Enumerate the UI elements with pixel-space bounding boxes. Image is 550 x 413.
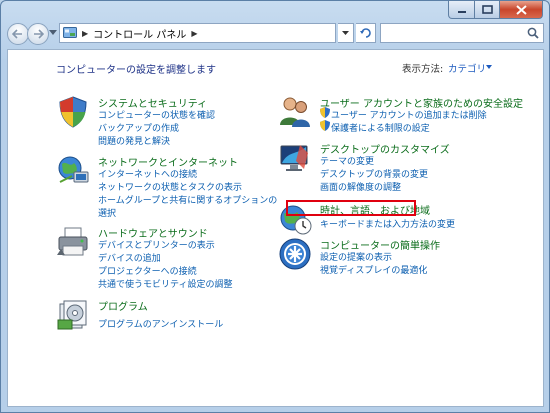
address-bar[interactable]: ▶ コントロール パネル ▶	[59, 23, 336, 43]
refresh-icon	[359, 28, 371, 38]
category-title[interactable]: プログラム	[98, 298, 148, 313]
link-change-keyboard-input[interactable]: キーボードまたは入力方法の変更	[320, 217, 455, 230]
control-panel-icon	[63, 27, 77, 38]
link-add-remove-accounts[interactable]: ユーザー アカウントの追加または削除	[331, 108, 487, 121]
link-adjust-resolution[interactable]: 画面の解像度の調整	[320, 180, 401, 193]
minimize-icon	[457, 10, 466, 13]
category-network-internet: ネットワークとインターネット インターネットへの接続 ネットワークの状態とタスク…	[56, 154, 296, 224]
page-heading: コンピューターの設定を調整します	[56, 65, 216, 76]
search-box[interactable]	[380, 23, 544, 43]
category-system-security: システムとセキュリティ コンピューターの状態を確認 バックアップの作成 問題の発…	[56, 95, 276, 155]
link-get-recommendations[interactable]: 設定の提案の表示	[320, 250, 392, 263]
link-change-background[interactable]: デスクトップの背景の変更	[320, 167, 428, 180]
programs-disc-icon[interactable]	[56, 298, 90, 332]
link-homegroup-sharing[interactable]: ホームグループと共有に関するオプションの	[98, 193, 277, 206]
forward-button[interactable]	[27, 23, 49, 45]
category-desktop-customization: デスクトップのカスタマイズ テーマの変更 デスクトップの背景の変更 画面の解像度…	[278, 141, 540, 196]
link-connect-projector[interactable]: プロジェクターへの接続	[98, 264, 197, 277]
highlight-box	[286, 200, 416, 216]
network-globe-icon[interactable]	[56, 154, 90, 188]
search-icon[interactable]	[527, 27, 539, 39]
close-icon	[515, 4, 527, 15]
link-check-computer-status[interactable]: コンピューターの状態を確認	[98, 108, 215, 121]
link-create-backup[interactable]: バックアップの作成	[98, 121, 179, 134]
refresh-button[interactable]	[356, 23, 376, 43]
view-by-label: 表示方法:	[402, 64, 444, 75]
chevron-down-icon	[342, 31, 349, 35]
link-homegroup-sharing-cont[interactable]: 選択	[98, 206, 116, 219]
link-optimize-display[interactable]: 視覚ディスプレイの最適化	[320, 263, 427, 276]
link-parental-controls[interactable]: 保護者による制限の設定	[331, 121, 430, 134]
shield-flag-icon[interactable]	[56, 95, 90, 129]
navigation-bar: ▶ コントロール パネル ▶	[1, 21, 549, 47]
view-by-chevron-icon[interactable]	[486, 65, 492, 69]
uac-shield-icon	[320, 107, 330, 118]
link-add-device[interactable]: デバイスの追加	[98, 251, 161, 264]
recent-pages-dropdown-icon[interactable]	[49, 30, 57, 35]
back-arrow-icon	[12, 29, 22, 39]
link-devices-printers[interactable]: デバイスとプリンターの表示	[98, 238, 215, 251]
breadcrumb-control-panel[interactable]: コントロール パネル	[93, 26, 186, 41]
link-change-theme[interactable]: テーマの変更	[320, 154, 374, 167]
breadcrumb-separator-icon: ▶	[82, 28, 89, 38]
title-bar	[1, 1, 549, 19]
forward-arrow-icon	[34, 29, 44, 39]
category-user-accounts: ユーザー アカウントと家族のための安全設定 ユーザー アカウントの追加または削除…	[278, 95, 540, 140]
maximize-button[interactable]	[475, 1, 500, 19]
link-view-network-status[interactable]: ネットワークの状態とタスクの表示	[98, 180, 242, 193]
breadcrumb-separator-icon[interactable]: ▶	[191, 29, 197, 38]
category-hardware-sound: ハードウェアとサウンド デバイスとプリンターの表示 デバイスの追加 プロジェクタ…	[56, 225, 296, 300]
close-button[interactable]	[500, 1, 543, 19]
ease-of-access-icon[interactable]	[278, 237, 312, 271]
printer-icon[interactable]	[56, 225, 90, 259]
maximize-icon	[481, 5, 493, 14]
uac-shield-icon	[320, 120, 330, 131]
view-by-dropdown[interactable]: カテゴリ	[448, 61, 486, 75]
address-dropdown-button[interactable]	[338, 23, 354, 43]
link-connect-internet[interactable]: インターネットへの接続	[98, 167, 197, 180]
category-programs: プログラム プログラムのアンインストール	[56, 298, 296, 338]
caption-buttons	[448, 1, 543, 19]
back-button[interactable]	[7, 23, 29, 45]
link-mobility-settings[interactable]: 共通で使うモビリティ設定の調整	[98, 277, 232, 290]
content-pane: コンピューターの設定を調整します 表示方法: カテゴリ システムとセキュリティ …	[7, 49, 544, 407]
desktop-monitor-icon[interactable]	[278, 141, 312, 175]
link-uninstall-program[interactable]: プログラムのアンインストール	[98, 317, 223, 330]
users-icon[interactable]	[278, 95, 312, 129]
minimize-button[interactable]	[448, 1, 475, 19]
category-ease-of-access: コンピューターの簡単操作 設定の提案の表示 視覚ディスプレイの最適化	[278, 237, 540, 282]
link-find-fix-problems[interactable]: 問題の発見と解決	[98, 134, 170, 147]
search-input[interactable]	[384, 25, 523, 42]
control-panel-window: ▶ コントロール パネル ▶ コンピューターの設定を調整します 表示方法: カテ…	[0, 0, 550, 413]
